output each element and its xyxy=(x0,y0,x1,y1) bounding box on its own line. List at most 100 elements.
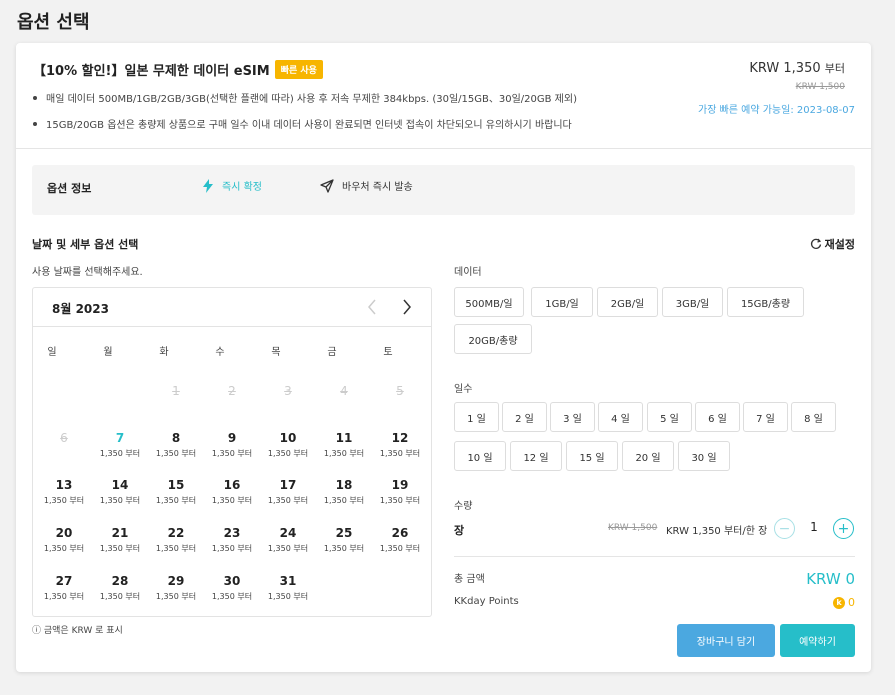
calendar-day[interactable]: 25 1,350 부터 xyxy=(316,526,372,554)
paper-plane-icon xyxy=(320,178,334,193)
calendar-day[interactable]: 26 1,350 부터 xyxy=(372,526,428,554)
calendar-day-number: 18 xyxy=(335,478,353,492)
calendar-day[interactable]: 30 1,350 부터 xyxy=(204,574,260,602)
calendar-day[interactable]: 10 1,350 부터 xyxy=(260,431,316,459)
calendar-day-number: 11 xyxy=(335,431,353,445)
reset-button[interactable]: 재설정 xyxy=(810,236,855,252)
calendar-hint: 사용 날짜를 선택해주세요. xyxy=(32,267,143,278)
product-bullet: 매일 데이터 500MB/1GB/2GB/3GB(선택한 플랜에 따라) 사용 … xyxy=(33,90,577,105)
days-option-chip[interactable]: 4 일 xyxy=(598,402,643,432)
calendar-day-price: 1,350 부터 xyxy=(99,592,141,601)
calendar-day-price: 1,350 부터 xyxy=(267,496,309,505)
calendar-day-price: 1,350 부터 xyxy=(379,496,421,505)
selection-title: 날짜 및 세부 옵션 선택 xyxy=(32,238,139,251)
data-option-chip[interactable]: 20GB/총량 xyxy=(454,324,532,354)
calendar-day[interactable]: 23 1,350 부터 xyxy=(204,526,260,554)
calendar-day-price: 1,350 부터 xyxy=(155,592,197,601)
calendar-day[interactable]: 13 1,350 부터 xyxy=(36,478,92,506)
total-label: 총 금액 xyxy=(454,574,485,585)
calendar-day-number: 2 xyxy=(228,384,236,398)
book-now-button[interactable]: 예약하기 xyxy=(780,624,855,657)
calendar-day-number: 10 xyxy=(279,431,297,445)
prev-month-button[interactable] xyxy=(366,298,378,320)
calendar-day-number: 23 xyxy=(223,526,241,540)
calendar-day[interactable]: 15 1,350 부터 xyxy=(148,478,204,506)
days-option-chip[interactable]: 15 일 xyxy=(566,441,618,471)
calendar-day-number: 9 xyxy=(227,431,237,445)
data-options-label: 데이터 xyxy=(454,267,482,278)
calendar-day[interactable]: 29 1,350 부터 xyxy=(148,574,204,602)
calendar-day[interactable]: 31 1,350 부터 xyxy=(260,574,316,602)
calendar-day-price: 1,350 부터 xyxy=(99,544,141,553)
calendar-day-number: 5 xyxy=(396,384,404,398)
calendar-day[interactable]: 19 1,350 부터 xyxy=(372,478,428,506)
page-title: 옵션 선택 xyxy=(17,12,90,33)
calendar-day[interactable]: 16 1,350 부터 xyxy=(204,478,260,506)
days-option-chip[interactable]: 1 일 xyxy=(454,402,499,432)
add-to-cart-button[interactable]: 장바구니 담기 xyxy=(677,624,775,657)
days-option-chip[interactable]: 5 일 xyxy=(647,402,692,432)
calendar-day-price: 1,350 부터 xyxy=(267,449,309,458)
days-option-chip[interactable]: 20 일 xyxy=(622,441,674,471)
calendar-day-price: 1,350 부터 xyxy=(211,496,253,505)
option-card: 【10% 할인!】일본 무제한 데이터 eSIM 빠른 사용 매일 데이터 50… xyxy=(16,43,871,672)
calendar-day[interactable]: 22 1,350 부터 xyxy=(148,526,204,554)
days-option-chip[interactable]: 3 일 xyxy=(550,402,595,432)
price-value: KRW 1,350 xyxy=(749,61,821,76)
days-option-chip[interactable]: 10 일 xyxy=(454,441,506,471)
currency-note: ⓘ 금액은 KRW 로 표시 xyxy=(32,626,123,636)
calendar-day-number: 12 xyxy=(391,431,409,445)
quantity-label: 수량 xyxy=(454,501,473,512)
instant-confirm: 즉시 확정 xyxy=(202,178,262,193)
calendar-day-price: 1,350 부터 xyxy=(323,496,365,505)
calendar-day-number: 14 xyxy=(111,478,129,492)
calendar-day-price: 1,350 부터 xyxy=(379,449,421,458)
quantity-price: KRW 1,350 부터/한 장 xyxy=(666,526,768,537)
calendar-day: 2 xyxy=(204,384,260,398)
calendar-day-price: 1,350 부터 xyxy=(211,544,253,553)
calendar-day[interactable]: 14 1,350 부터 xyxy=(92,478,148,506)
calendar-day-number: 17 xyxy=(279,478,297,492)
refresh-icon xyxy=(810,238,821,249)
calendar-day[interactable]: 24 1,350 부터 xyxy=(260,526,316,554)
calendar-day-price: 1,350 부터 xyxy=(155,544,197,553)
calendar-day[interactable]: 8 1,350 부터 xyxy=(148,431,204,459)
currency-note-text: 금액은 KRW 로 표시 xyxy=(43,626,123,636)
calendar-day[interactable]: 17 1,350 부터 xyxy=(260,478,316,506)
data-option-chip[interactable]: 3GB/일 xyxy=(662,287,723,317)
quantity-plus-button[interactable]: + xyxy=(833,518,854,539)
calendar-day[interactable]: 7 1,350 부터 xyxy=(92,431,148,459)
calendar-day[interactable]: 12 1,350 부터 xyxy=(372,431,428,459)
calendar-day[interactable]: 9 1,350 부터 xyxy=(204,431,260,459)
days-options-label: 일수 xyxy=(454,384,473,395)
quantity-minus-button[interactable]: − xyxy=(774,518,795,539)
days-option-chip[interactable]: 6 일 xyxy=(695,402,740,432)
days-option-chip[interactable]: 8 일 xyxy=(791,402,836,432)
calendar-day[interactable]: 21 1,350 부터 xyxy=(92,526,148,554)
divider xyxy=(16,148,871,149)
points-value: k 0 xyxy=(833,596,855,609)
data-option-chip[interactable]: 500MB/일 xyxy=(454,287,524,317)
calendar-day: 5 xyxy=(372,384,428,398)
calendar-day-number: 20 xyxy=(55,526,73,540)
calendar-day-price: 1,350 부터 xyxy=(379,544,421,553)
weekday-label: 월 xyxy=(103,347,113,358)
days-option-chip[interactable]: 30 일 xyxy=(678,441,730,471)
original-price: KRW 1,500 xyxy=(795,82,845,92)
calendar-day[interactable]: 27 1,350 부터 xyxy=(36,574,92,602)
days-option-chip[interactable]: 2 일 xyxy=(502,402,547,432)
data-option-chip[interactable]: 1GB/일 xyxy=(531,287,593,317)
calendar-day-number: 22 xyxy=(167,526,185,540)
data-option-chip[interactable]: 15GB/총량 xyxy=(727,287,804,317)
data-option-chip[interactable]: 2GB/일 xyxy=(597,287,658,317)
next-month-button[interactable] xyxy=(401,298,413,320)
calendar-day[interactable]: 18 1,350 부터 xyxy=(316,478,372,506)
calendar-day[interactable]: 28 1,350 부터 xyxy=(92,574,148,602)
calendar-day[interactable]: 20 1,350 부터 xyxy=(36,526,92,554)
product-bullet: 15GB/20GB 옵션은 총량제 상품으로 구매 일수 이내 데이터 사용이 … xyxy=(33,116,572,131)
reset-label: 재설정 xyxy=(824,238,855,251)
days-option-chip[interactable]: 12 일 xyxy=(510,441,562,471)
calendar-day[interactable]: 11 1,350 부터 xyxy=(316,431,372,459)
calendar-day-number: 25 xyxy=(335,526,353,540)
days-option-chip[interactable]: 7 일 xyxy=(743,402,788,432)
